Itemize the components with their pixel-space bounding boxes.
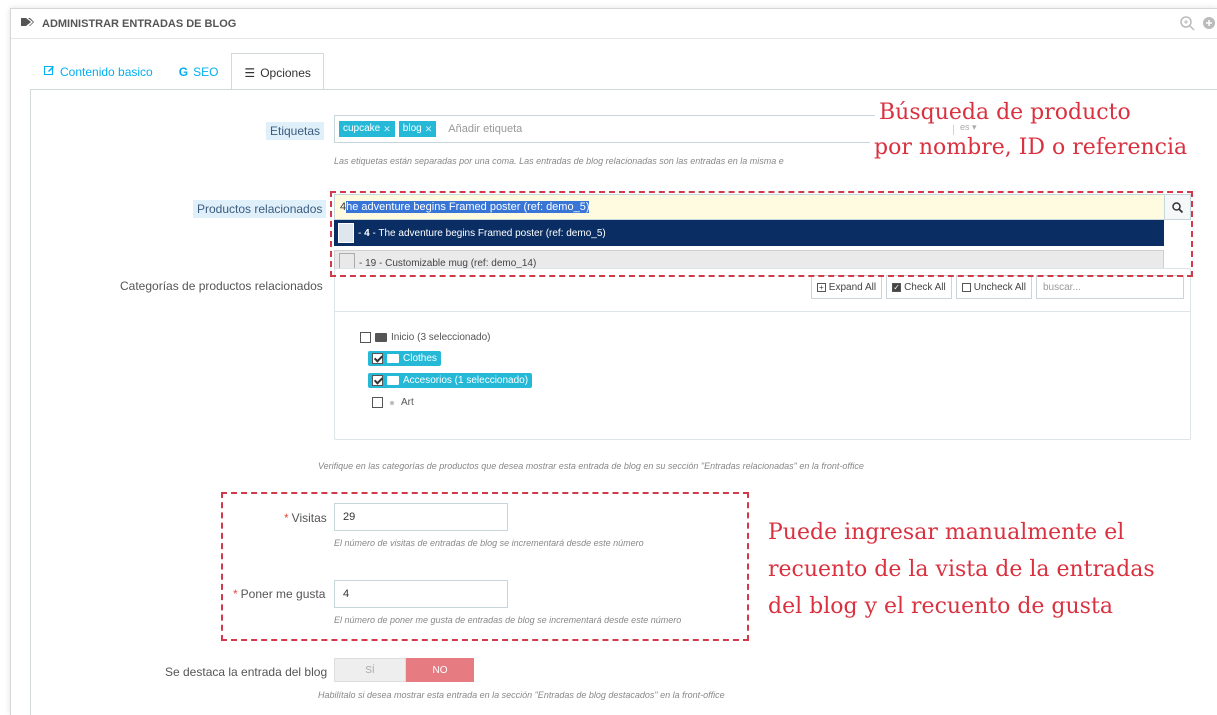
toggle-no[interactable]: NO	[406, 658, 474, 682]
featured-help: Habilítalo si desea mostrar esta entrada…	[318, 690, 725, 700]
tags-help: Las etiquetas están separadas por una co…	[334, 156, 784, 166]
tags-icon	[21, 17, 35, 30]
edit-icon	[44, 65, 55, 79]
toggle-yes[interactable]: SÍ	[334, 658, 406, 682]
checkbox[interactable]	[372, 397, 383, 408]
remove-tag-icon[interactable]: ✕	[383, 123, 391, 135]
tab-basic-content[interactable]: Contenido basico	[31, 52, 166, 90]
related-products-label: Productos relacionados	[193, 200, 327, 218]
tags-input[interactable]: cupcake ✕ blog ✕ Añadir etiqueta	[334, 115, 954, 143]
tab-seo[interactable]: G SEO	[166, 52, 232, 90]
category-tree: + Expand All ✓ Check All Uncheck All busca…	[334, 268, 1191, 440]
tree-node-accesorios[interactable]: Accesorios (1 seleccionado)	[368, 373, 533, 388]
search-annotation-line2: por nombre, ID o referencia	[870, 135, 1192, 160]
counts-highlight	[221, 492, 749, 641]
tags-label: Etiquetas	[266, 122, 325, 140]
folder-icon	[387, 354, 399, 363]
categories-label: Categorías de productos relacionados	[120, 279, 323, 293]
checked-box-icon: ✓	[892, 282, 902, 292]
list-icon: ☰	[244, 65, 256, 80]
category-search-input[interactable]: buscar...	[1036, 275, 1184, 299]
add-circle-icon[interactable]	[1201, 15, 1217, 31]
expand-all-button[interactable]: + Expand All	[810, 275, 883, 299]
folder-open-icon	[375, 333, 387, 342]
tree-node-art[interactable]: Art	[372, 397, 414, 408]
plus-box-icon: +	[816, 282, 826, 292]
folder-icon	[387, 376, 399, 385]
zoom-icon[interactable]	[1179, 15, 1195, 31]
checkbox[interactable]	[360, 332, 371, 343]
counts-annotation-line2: recuento de la vista de la entradas	[768, 557, 1155, 582]
panel-heading: ADMINISTRAR ENTRADAS DE BLOG	[11, 9, 1217, 39]
tree-node-clothes[interactable]: Clothes	[368, 351, 441, 366]
tab-options[interactable]: ☰ Opciones	[231, 53, 324, 91]
search-annotation-line1: Búsqueda de producto	[875, 100, 1135, 125]
checkbox[interactable]	[372, 375, 383, 386]
check-all-button[interactable]: ✓ Check All	[886, 275, 952, 299]
uncheck-all-button[interactable]: Uncheck All	[955, 275, 1032, 299]
tabs: Contenido basico G SEO ☰ Opciones	[31, 52, 324, 91]
tag-chip[interactable]: cupcake ✕	[339, 121, 395, 137]
tree-node-inicio[interactable]: Inicio (3 seleccionado)	[360, 332, 491, 343]
counts-annotation-line1: Puede ingresar manualmente el	[768, 520, 1125, 545]
counts-annotation-line3: del blog y el recuento de gusta	[768, 594, 1113, 619]
tag-placeholder: Añadir etiqueta	[448, 123, 523, 135]
featured-toggle[interactable]: SÍ NO	[334, 658, 474, 682]
featured-label: Se destaca la entrada del blog	[165, 665, 328, 679]
remove-tag-icon[interactable]: ✕	[425, 123, 433, 135]
panel-title: ADMINISTRAR ENTRADAS DE BLOG	[42, 17, 237, 30]
empty-box-icon	[961, 282, 971, 292]
leaf-dot-icon	[390, 400, 394, 405]
categories-help: Verifique en las categorías de productos…	[318, 461, 864, 471]
tag-chip[interactable]: blog ✕	[398, 121, 437, 137]
product-search-highlight	[330, 191, 1193, 277]
checkbox[interactable]	[372, 353, 383, 364]
google-icon: G	[178, 64, 189, 79]
